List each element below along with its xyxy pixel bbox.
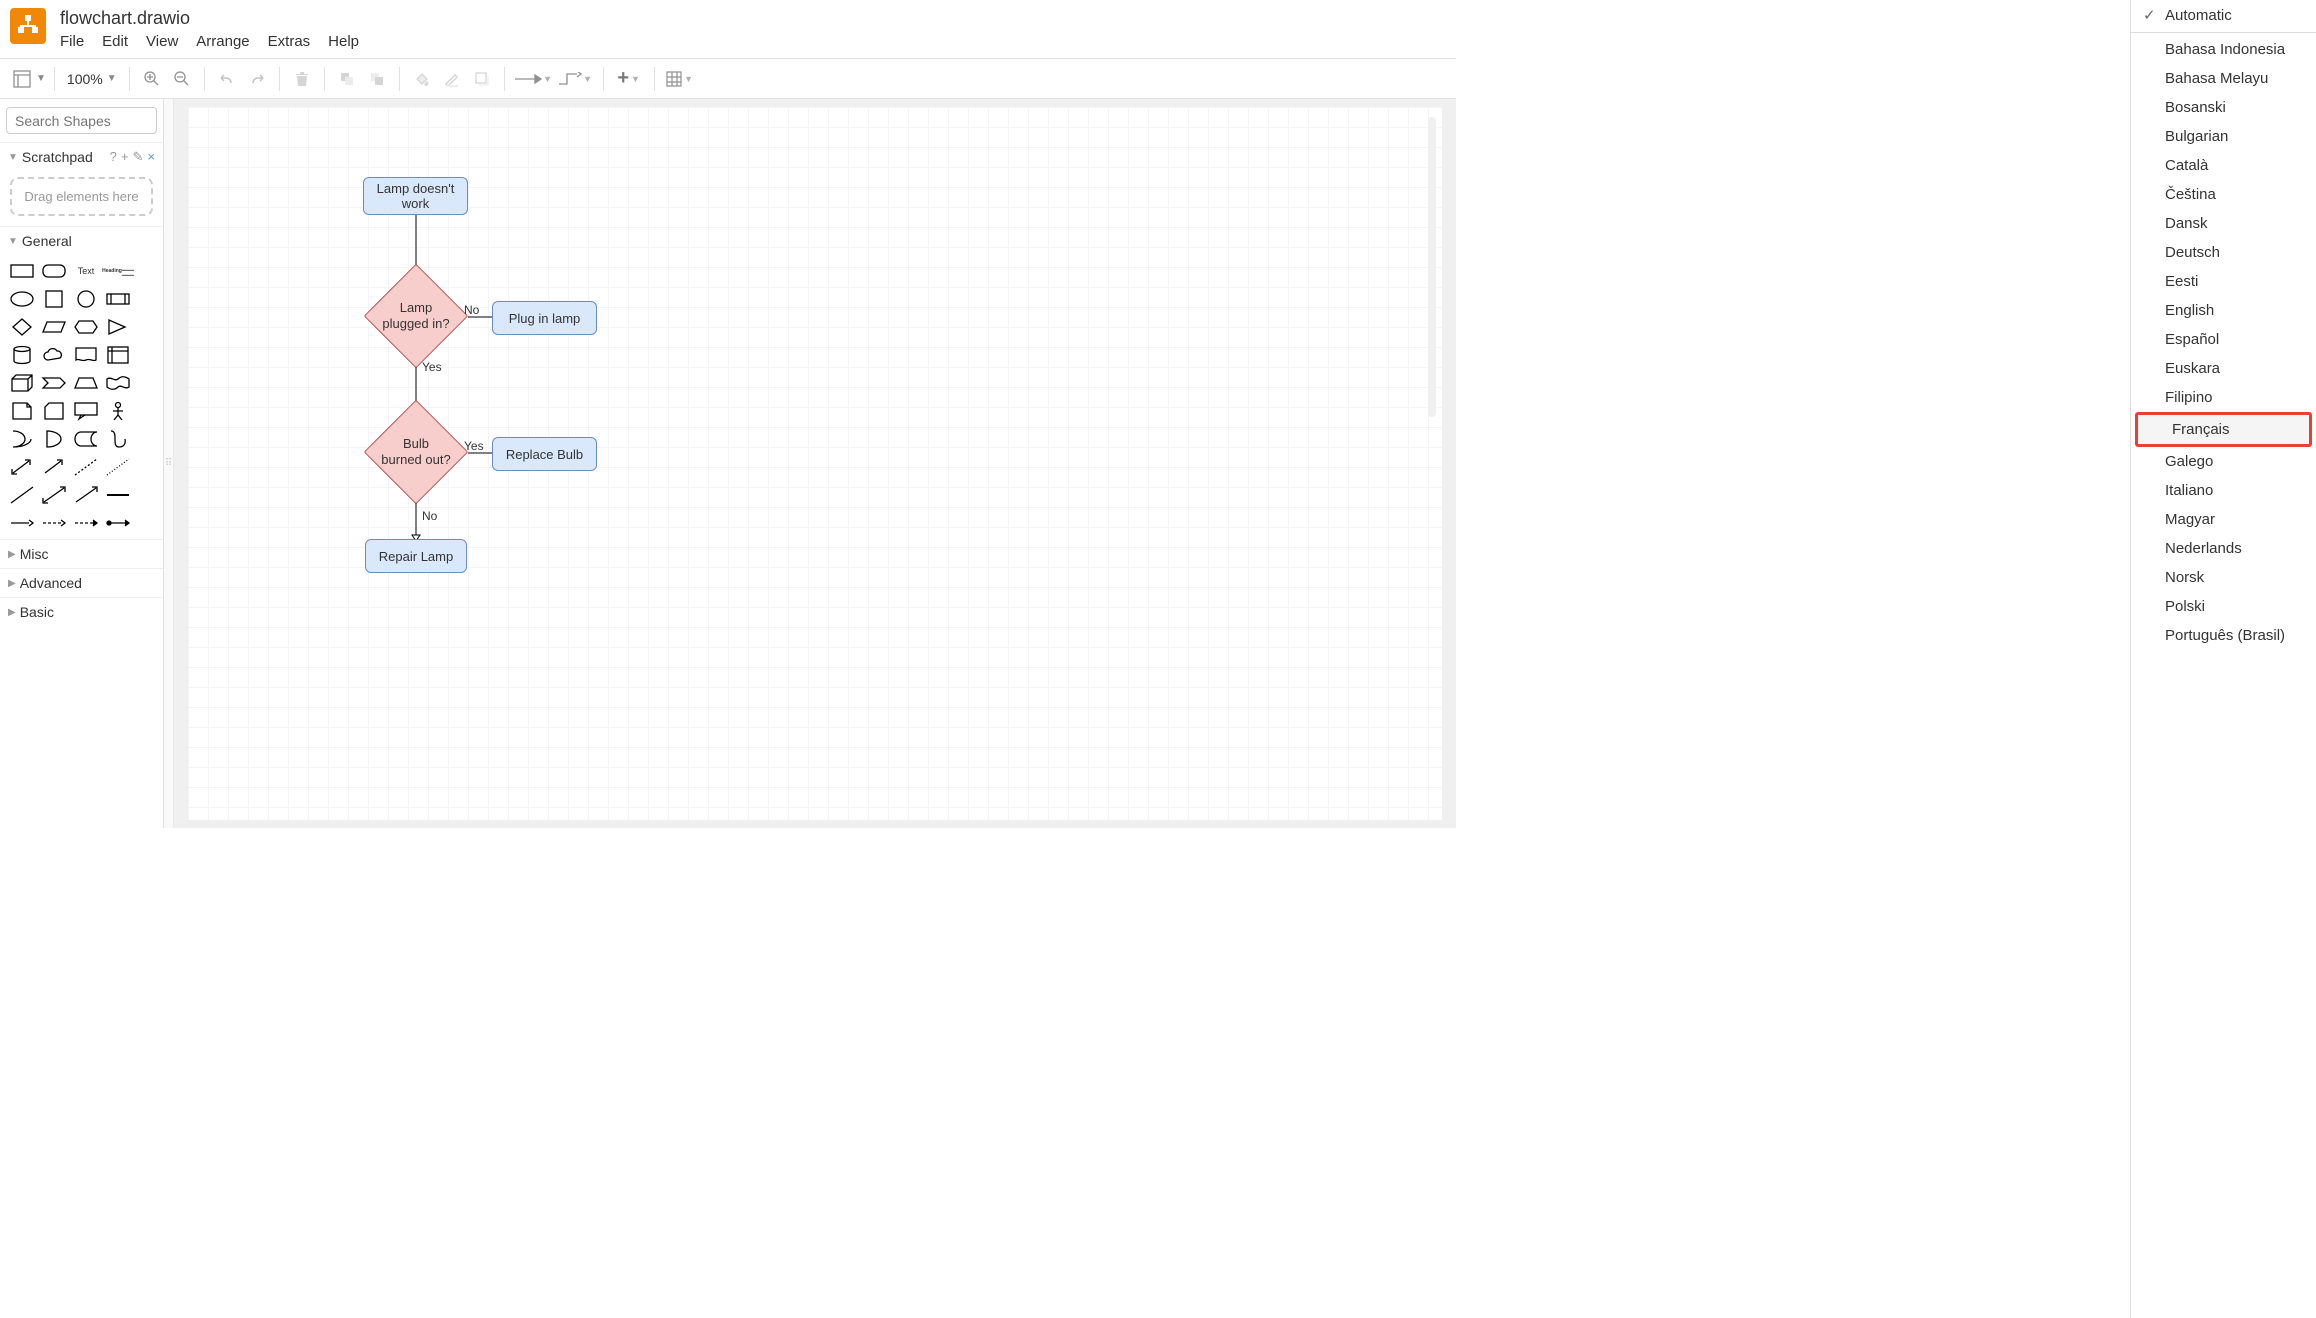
section-basic[interactable]: ▶ Basic [0, 597, 163, 626]
shape-internal-storage[interactable] [104, 343, 132, 367]
caret-down-icon: ▼ [8, 236, 18, 247]
menubar: File Edit View Arrange Extras Help [60, 33, 359, 58]
scratchpad-add-icon[interactable]: + [121, 149, 129, 165]
edge-label-yes: Yes [422, 360, 442, 374]
scratchpad-help-icon[interactable]: ? [110, 149, 117, 165]
menu-extras[interactable]: Extras [268, 33, 311, 50]
to-front-button[interactable] [333, 65, 361, 93]
drawing-canvas[interactable]: Lamp doesn't work Lampplugged in? No Plu… [188, 107, 1442, 820]
shapes-palette: Text Heading━━━━━━━━ [0, 255, 163, 539]
shape-cylinder[interactable] [8, 343, 36, 367]
shape-ellipse[interactable] [8, 287, 36, 311]
line-color-button[interactable] [438, 65, 466, 93]
shape-s-curve[interactable] [104, 427, 132, 451]
shape-data-storage[interactable] [72, 427, 100, 451]
flowchart-decision-plugged[interactable]: Lampplugged in? [379, 279, 453, 353]
shape-step[interactable] [40, 371, 68, 395]
shape-line[interactable] [8, 483, 36, 507]
sidebar-splitter[interactable]: ⠿ [164, 99, 174, 828]
shape-dotted-line[interactable] [104, 455, 132, 479]
section-general[interactable]: ▼ General [0, 226, 163, 255]
shape-dashed-line[interactable] [72, 455, 100, 479]
section-misc[interactable]: ▶ Misc [0, 539, 163, 568]
menu-file[interactable]: File [60, 33, 84, 50]
menu-arrange[interactable]: Arrange [196, 33, 249, 50]
shape-arrow[interactable] [40, 455, 68, 479]
scratchpad-dropzone[interactable]: Drag elements here [10, 177, 153, 216]
menu-edit[interactable]: Edit [102, 33, 128, 50]
flowchart-action-plugin[interactable]: Plug in lamp [492, 301, 597, 335]
scratchpad-edit-icon[interactable]: ✎ [133, 149, 144, 165]
document-title[interactable]: flowchart.drawio [60, 6, 359, 33]
caret-right-icon: ▶ [8, 578, 16, 589]
shapes-sidebar: ▼ Scratchpad ? + ✎ × Drag elements here … [0, 99, 164, 828]
shape-textbox[interactable]: Heading━━━━━━━━ [104, 259, 132, 283]
scratchpad-header[interactable]: ▼ Scratchpad ? + ✎ × [0, 142, 163, 171]
shape-text[interactable]: Text [72, 259, 100, 283]
flowchart-end-node[interactable]: Repair Lamp [365, 539, 467, 573]
toolbar: ▼ 100%▼ ▼ ▼ +▼ ▼ [0, 59, 1456, 99]
undo-button[interactable] [213, 65, 241, 93]
zoom-dropdown[interactable]: 100%▼ [63, 71, 121, 87]
table-button[interactable]: ▼ [663, 65, 697, 93]
redo-button[interactable] [243, 65, 271, 93]
shape-actor[interactable] [104, 399, 132, 423]
shape-rectangle[interactable] [8, 259, 36, 283]
shape-rounded-rect[interactable] [40, 259, 68, 283]
flowchart-start-node[interactable]: Lamp doesn't work [363, 177, 468, 215]
edge-label-no: No [422, 509, 437, 523]
shape-link-arrow2[interactable] [40, 511, 68, 535]
flowchart-action-replace[interactable]: Replace Bulb [492, 437, 597, 471]
section-advanced[interactable]: ▶ Advanced [0, 568, 163, 597]
canvas-scrollbar[interactable] [1428, 117, 1436, 417]
shape-curve[interactable] [8, 427, 36, 451]
shape-bidir-line-arrow[interactable] [40, 483, 68, 507]
shadow-button[interactable] [468, 65, 496, 93]
delete-button[interactable] [288, 65, 316, 93]
shape-note[interactable] [8, 399, 36, 423]
shape-triangle[interactable] [104, 315, 132, 339]
view-mode-button[interactable] [8, 65, 36, 93]
zoom-out-button[interactable] [168, 65, 196, 93]
shape-hexagon[interactable] [72, 315, 100, 339]
to-back-button[interactable] [363, 65, 391, 93]
caret-right-icon: ▶ [8, 549, 16, 560]
waypoint-button[interactable]: ▼ [555, 65, 595, 93]
shape-circle[interactable] [72, 287, 100, 311]
scratchpad-close-icon[interactable]: × [147, 149, 155, 165]
shape-callout[interactable] [72, 399, 100, 423]
connection-button[interactable]: ▼ [513, 65, 553, 93]
shape-tape[interactable] [104, 371, 132, 395]
shape-card[interactable] [40, 399, 68, 423]
shape-and[interactable] [40, 427, 68, 451]
shape-dir-arrow[interactable] [72, 483, 100, 507]
shape-cube[interactable] [8, 371, 36, 395]
caret-right-icon: ▶ [8, 607, 16, 618]
shape-trapezoid[interactable] [72, 371, 100, 395]
shape-link-arrow1[interactable] [8, 511, 36, 535]
flowchart-decision-bulb[interactable]: Bulbburned out? [379, 415, 453, 489]
shape-parallelogram[interactable] [40, 315, 68, 339]
edge-label-no: No [464, 303, 479, 317]
shape-diamond[interactable] [8, 315, 36, 339]
app-header: flowchart.drawio File Edit View Arrange … [0, 0, 1456, 59]
shape-document[interactable] [72, 343, 100, 367]
shape-link-solid[interactable] [104, 483, 132, 507]
caret-down-icon: ▼ [8, 152, 18, 163]
insert-button[interactable]: +▼ [612, 65, 646, 93]
menu-help[interactable]: Help [328, 33, 359, 50]
canvas-area[interactable]: Lamp doesn't work Lampplugged in? No Plu… [174, 99, 1456, 828]
shape-bidir-arrow[interactable] [8, 455, 36, 479]
fill-color-button[interactable] [408, 65, 436, 93]
shape-process[interactable] [104, 287, 132, 311]
menu-view[interactable]: View [146, 33, 178, 50]
shape-link-arrow4[interactable] [104, 511, 132, 535]
shape-cloud[interactable] [40, 343, 68, 367]
shape-square[interactable] [40, 287, 68, 311]
app-logo [10, 8, 46, 44]
edge-label-yes: Yes [464, 439, 484, 453]
search-shapes-input[interactable] [6, 107, 157, 134]
zoom-in-button[interactable] [138, 65, 166, 93]
shape-link-arrow3[interactable] [72, 511, 100, 535]
